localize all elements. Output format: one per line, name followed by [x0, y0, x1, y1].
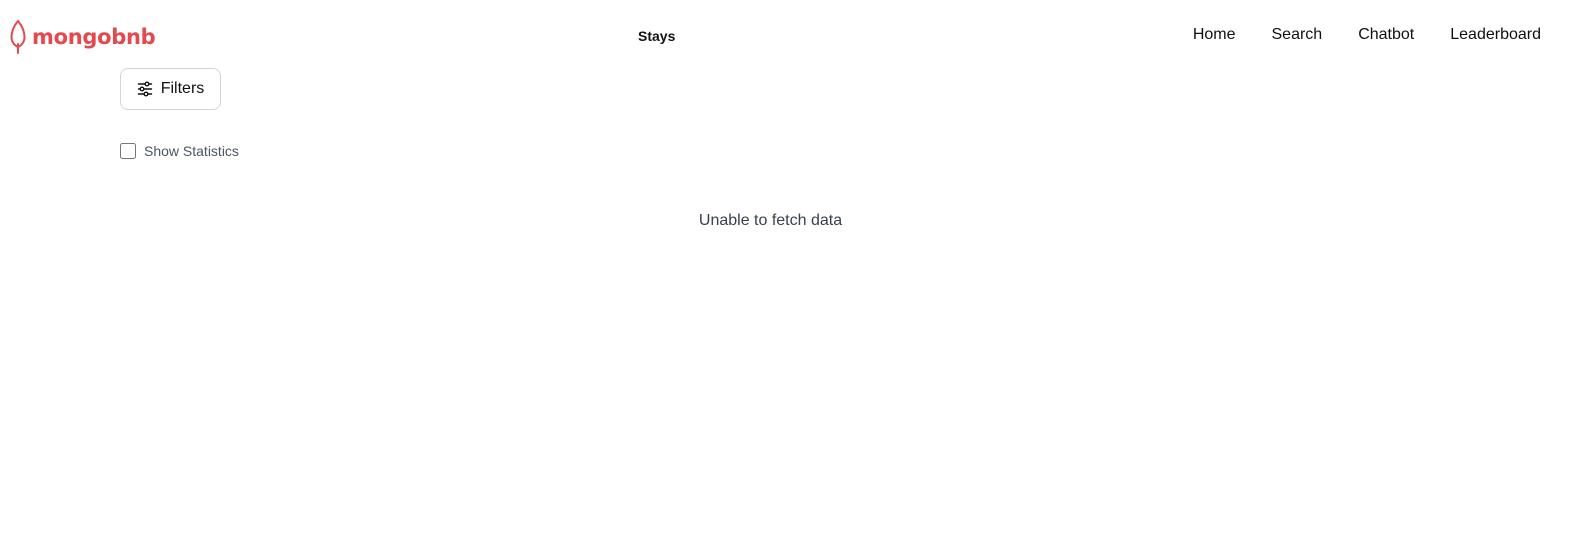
status-message: Unable to fetch data — [698, 212, 843, 229]
top-navbar: mongobnb Stays Home Search Chatbot Leade… — [0, 0, 1581, 74]
page: mongobnb Stays Home Search Chatbot Leade… — [0, 0, 1581, 540]
nav-search-link[interactable]: Search — [1272, 26, 1323, 44]
main-nav: Home Search Chatbot Leaderboard — [1193, 26, 1541, 44]
nav-chatbot-link[interactable]: Chatbot — [1358, 26, 1414, 44]
brand-name: mongobnb — [32, 24, 156, 49]
filters-button-label: Filters — [160, 80, 205, 97]
filters-button[interactable]: Filters — [120, 68, 221, 110]
show-statistics-row: Show Statistics — [120, 143, 239, 159]
page-title: Stays — [638, 28, 676, 44]
sliders-icon — [137, 81, 152, 97]
leaf-icon — [10, 20, 26, 54]
nav-leaderboard-link[interactable]: Leaderboard — [1450, 26, 1541, 44]
brand-logo-link[interactable]: mongobnb — [10, 20, 156, 54]
show-statistics-checkbox[interactable] — [120, 143, 136, 159]
nav-home-link[interactable]: Home — [1193, 26, 1236, 44]
show-statistics-label[interactable]: Show Statistics — [144, 143, 239, 159]
